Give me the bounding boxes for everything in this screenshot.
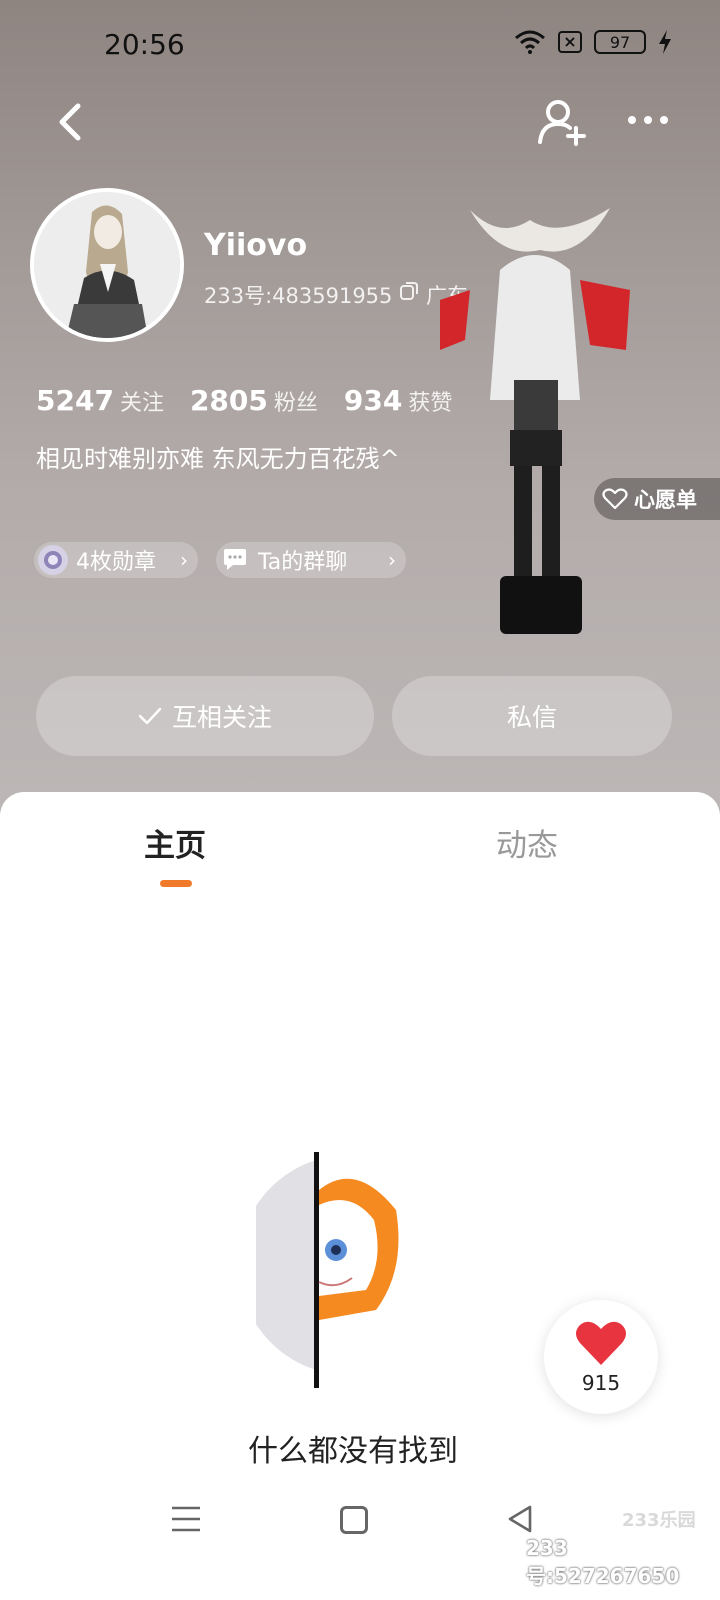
avatar-character-figure (440, 208, 630, 634)
chat-bubble-icon (220, 545, 250, 575)
badges-chip[interactable]: 4枚勋章 › (34, 542, 198, 578)
group-chip-label: Ta的群聊 (258, 550, 348, 575)
empty-state-illustration (256, 1152, 399, 1388)
menu-icon[interactable] (170, 1504, 202, 1534)
stat-followers[interactable]: 2805 粉丝 (190, 384, 318, 417)
stat-label: 关注 (119, 391, 164, 416)
message-label: 私信 (506, 703, 557, 732)
chevron-right-icon: › (388, 548, 396, 572)
message-button[interactable]: 私信 (392, 676, 672, 756)
chevron-right-icon: › (180, 548, 188, 572)
status-icons: × 97 (514, 30, 672, 54)
wishlist-label: 心愿单 (634, 488, 697, 512)
user-id: 233号:483591955 (204, 284, 393, 308)
home-nav-button[interactable] (340, 1506, 368, 1534)
status-bar: 20:56 × 97 (0, 0, 720, 90)
charging-icon (659, 30, 671, 54)
avatar-illustration (34, 192, 180, 338)
profile-bio: 相见时难别亦难 东风无力百花残^ (36, 445, 400, 473)
profile-stats: 5247 关注 2805 粉丝 934 获赞 (36, 384, 452, 417)
stat-following[interactable]: 5247 关注 (36, 384, 164, 417)
badges-chip-label: 4枚勋章 (76, 550, 156, 575)
wishlist-button[interactable]: 心愿单 (594, 478, 720, 520)
heart-outline-icon (602, 488, 628, 510)
add-friend-icon[interactable] (536, 96, 588, 148)
badge-icon (38, 545, 68, 575)
no-sim-icon: × (558, 31, 582, 53)
username: Yiiovo (204, 228, 308, 263)
mutual-follow-button[interactable]: 互相关注 (36, 676, 374, 756)
follow-label: 互相关注 (171, 703, 272, 732)
empty-state-text: 什么都没有找到 (248, 1434, 458, 1469)
stat-value: 2805 (189, 384, 268, 417)
status-time: 20:56 (104, 28, 185, 61)
watermark-id: 233号:527267650 (526, 1536, 680, 1588)
battery-level: 97 (609, 32, 631, 52)
stat-value: 5247 (36, 384, 114, 417)
like-button[interactable]: 915 (544, 1300, 658, 1414)
heart-icon (576, 1321, 626, 1365)
stat-value: 934 (343, 384, 403, 417)
avatar[interactable] (30, 188, 184, 342)
check-icon (138, 707, 162, 725)
more-icon[interactable] (626, 104, 670, 136)
tab-active-indicator (160, 880, 192, 887)
copy-icon[interactable] (398, 280, 420, 302)
like-count: 915 (581, 1371, 621, 1395)
stat-label: 粉丝 (273, 391, 318, 416)
tab-feed[interactable]: 动态 (496, 820, 558, 865)
back-triangle-icon[interactable] (506, 1504, 536, 1534)
battery-indicator: 97 (594, 30, 646, 54)
wifi-icon (515, 30, 545, 54)
tab-home[interactable]: 主页 (144, 820, 206, 865)
group-chat-chip[interactable]: Ta的群聊 › (216, 542, 406, 578)
back-icon[interactable] (50, 100, 94, 144)
watermark-logo: 233乐园 (622, 1510, 696, 1531)
